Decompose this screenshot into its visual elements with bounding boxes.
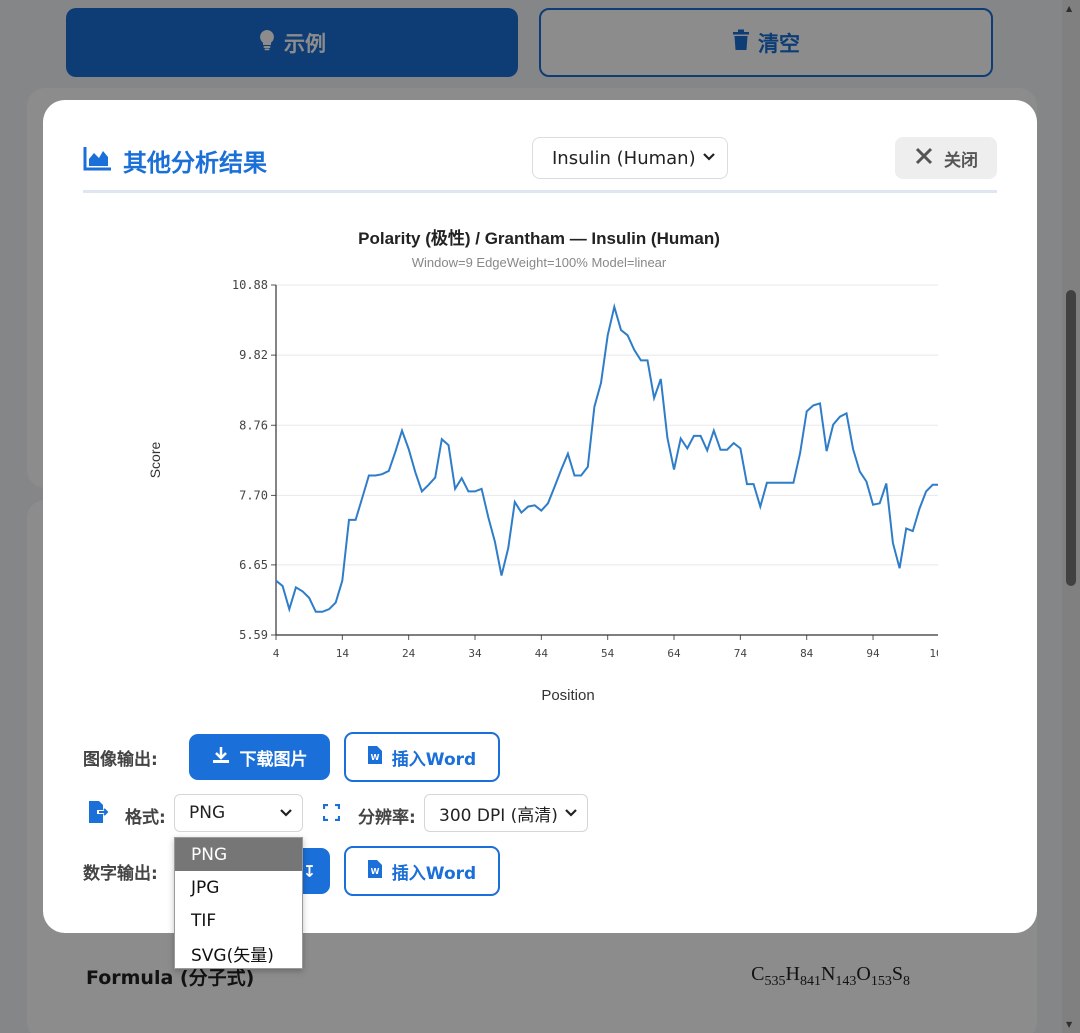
modal-title: 其他分析结果 [83,143,267,178]
x-tick-label: 84 [800,647,814,660]
y-tick-label: 8.76 [239,418,268,432]
chart-xlabel: Position [541,687,594,704]
resolution-label: 分辨率: [358,808,416,828]
close-button[interactable]: 关闭 [895,137,997,179]
insert-word-button[interactable]: W 插入Word [344,732,500,782]
analysis-modal: 其他分析结果 Insulin (Human) 关闭 Polarity (极性) … [43,100,1037,933]
modal-header: 其他分析结果 Insulin (Human) 关闭 [83,137,997,193]
x-tick-label: 54 [601,647,615,660]
close-icon [914,146,934,171]
protein-select-value: Insulin (Human) [552,147,696,169]
download-icon [212,746,230,769]
word-file-icon: W [367,859,382,883]
x-tick-label: 34 [468,647,482,660]
file-export-icon [89,801,109,827]
format-select-value: PNG [189,803,226,823]
x-tick-label: 64 [667,647,681,660]
format-option-tif[interactable]: TIF [175,904,302,937]
x-tick-label: 4 [273,647,280,660]
chart-title: Polarity (极性) / Grantham — Insulin (Huma… [358,228,720,248]
format-label: 格式: [125,808,166,828]
x-tick-label: 74 [734,647,748,660]
x-tick-label: 44 [535,647,549,660]
chart-ylabel: Score [147,442,163,479]
chart-svg: Polarity (极性) / Grantham — Insulin (Huma… [147,228,950,704]
y-tick-label: 7.70 [239,488,268,502]
format-option-svg[interactable]: SVG(矢量) [175,937,302,970]
resolution-select[interactable]: 300 DPI (高清) [424,794,588,832]
download-image-button[interactable]: 下载图片 [189,734,330,780]
insert-word-label: 插入Word [391,749,477,770]
resolution-select-value: 300 DPI (高清) [439,805,558,826]
word-file-icon: W [367,745,382,769]
chart-subtitle: Window=9 EdgeWeight=100% Model=linear [412,255,667,270]
close-button-label: 关闭 [944,150,978,171]
svg-text:W: W [370,867,379,876]
image-output-label: 图像输出: [83,749,158,770]
series-line [275,302,947,613]
svg-text:W: W [370,753,379,762]
area-chart-icon [83,145,113,177]
download-data-icon: ↧ [302,861,317,881]
format-dropdown-list[interactable]: PNG JPG TIF SVG(矢量) [174,837,303,969]
expand-icon [322,803,341,825]
y-tick-label: 6.65 [239,558,268,572]
download-image-label: 下载图片 [239,749,308,770]
insert-word-button-2[interactable]: W 插入Word [344,846,500,896]
number-output-label: 数字输出: [83,863,158,884]
format-option-jpg[interactable]: JPG [175,871,302,904]
protein-select[interactable]: Insulin (Human) [532,137,728,179]
x-tick-label: 14 [336,647,350,660]
image-output-row: 图像输出: [83,734,158,780]
line-chart: Polarity (极性) / Grantham — Insulin (Huma… [138,215,950,715]
format-select[interactable]: PNG [174,794,303,832]
x-tick-label: 94 [866,647,880,660]
insert-word-label-2: 插入Word [391,863,477,884]
number-output-row: 数字输出: [83,848,158,894]
chevron-down-icon [563,803,579,828]
modal-title-text: 其他分析结果 [123,149,267,177]
x-tick-label: 24 [402,647,416,660]
x-tick-label: 104 [929,647,938,660]
chevron-down-icon [701,147,717,172]
y-tick-label: 5.59 [239,628,268,642]
chevron-down-icon [278,803,294,828]
y-tick-label: 9.82 [239,348,268,362]
y-tick-label: 10.88 [232,278,268,292]
format-option-png[interactable]: PNG [175,838,302,871]
